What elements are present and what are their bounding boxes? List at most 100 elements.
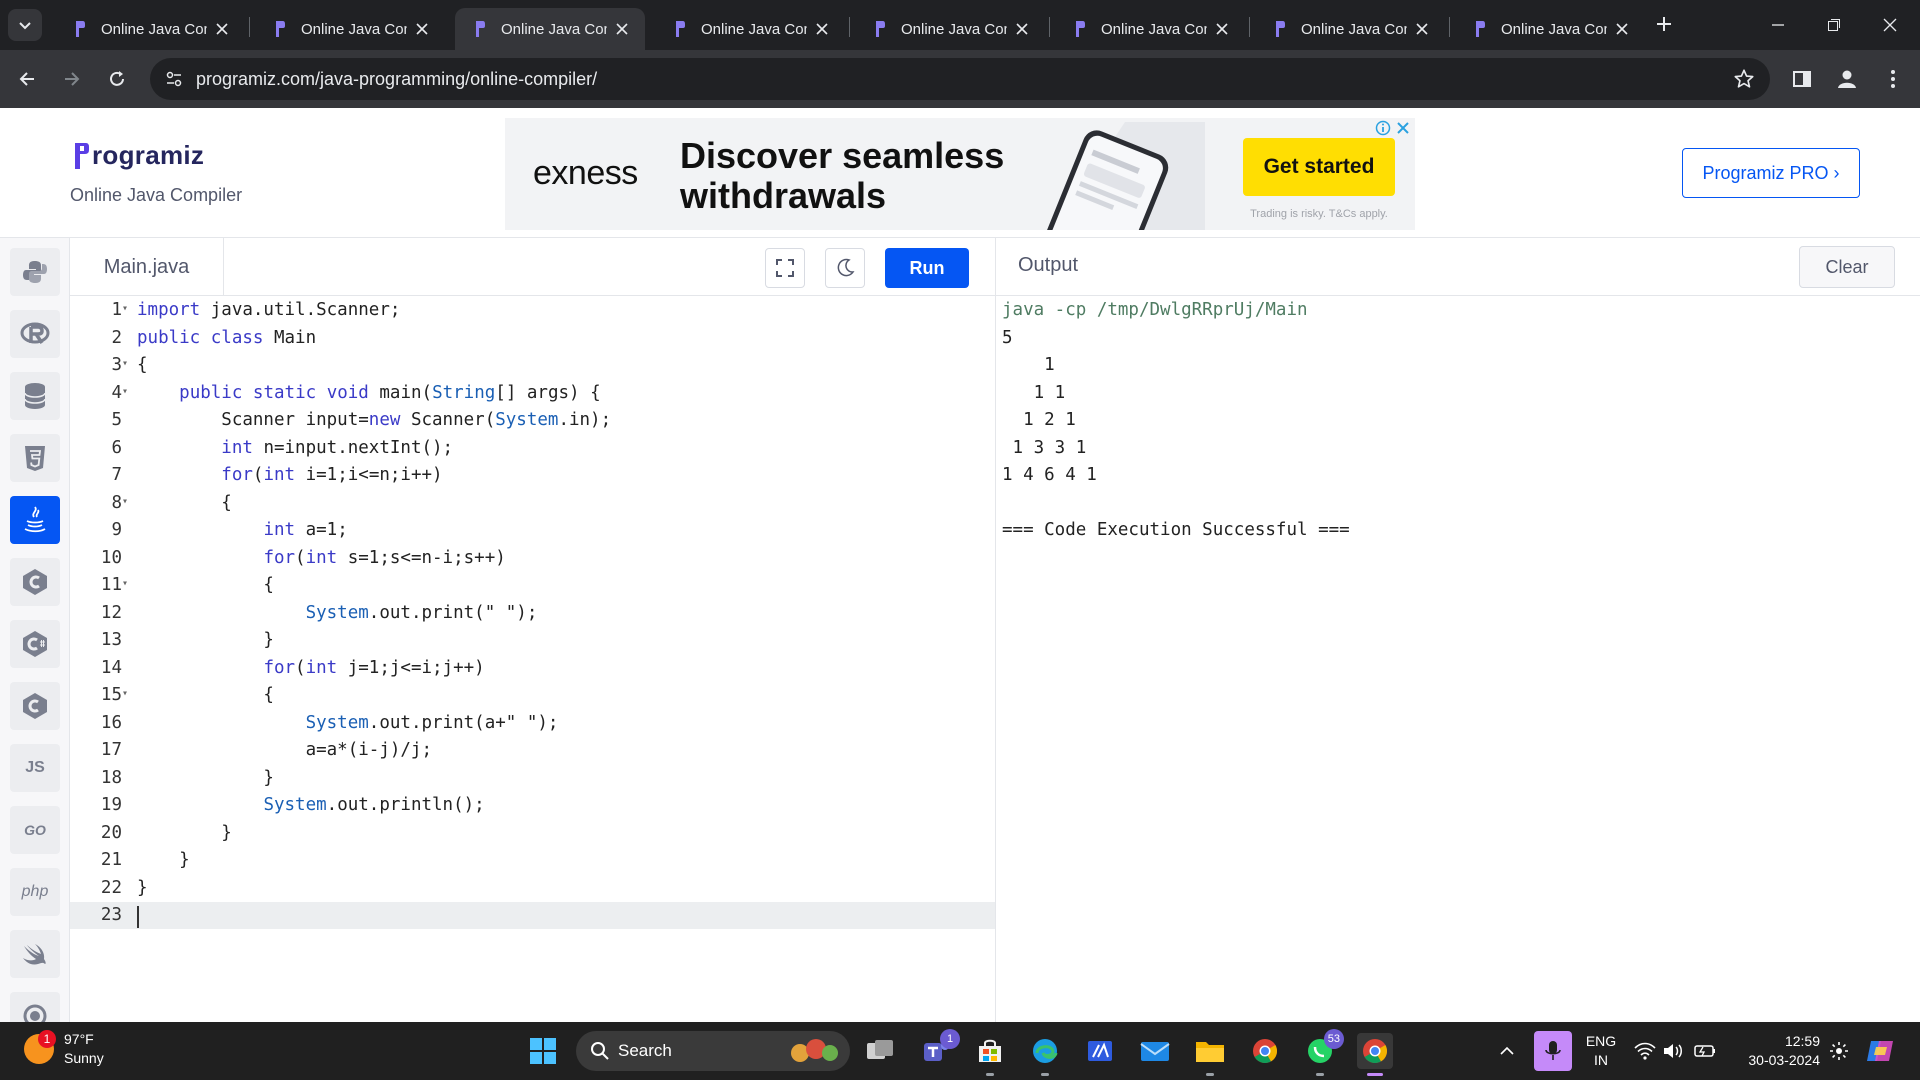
profile-button[interactable] [1830, 62, 1864, 96]
tab-close-icon[interactable] [213, 20, 231, 38]
vs-code-button[interactable] [1082, 1033, 1118, 1069]
clock[interactable]: 12:59 30-03-2024 [1730, 1032, 1820, 1070]
browser-menu-button[interactable] [1876, 62, 1910, 96]
taskbar-search[interactable]: Search [576, 1031, 850, 1071]
lang-php[interactable]: php [10, 868, 60, 916]
ad-brand: exness [533, 154, 638, 192]
code-area[interactable]: 1 ▾ import java.util.Scanner; 2 public class… [70, 296, 995, 1022]
battery-icon[interactable] [1692, 1033, 1718, 1069]
browser-tab[interactable]: Online Java Com [855, 8, 1045, 50]
chrome-active-button[interactable] [1357, 1033, 1393, 1076]
volume-icon[interactable] [1660, 1033, 1686, 1069]
line-number: 21 [100, 850, 122, 870]
fullscreen-button[interactable] [765, 248, 805, 288]
programiz-logo[interactable]: rogramiz [72, 140, 204, 171]
edge-button[interactable] [1027, 1033, 1063, 1076]
lang-rust[interactable] [10, 992, 60, 1022]
code-line: } [137, 767, 274, 788]
browser-tab[interactable]: Online Java Com [255, 8, 445, 50]
show-hidden-icons-button[interactable] [1494, 1033, 1520, 1069]
lang-r[interactable] [10, 310, 60, 358]
code-line: for(int i=1;i<=n;i++) [221, 465, 443, 485]
line-number: 16 [100, 712, 122, 733]
mail-button[interactable] [1137, 1033, 1173, 1069]
ad-close-icon[interactable] [1395, 120, 1411, 136]
start-button[interactable] [525, 1033, 561, 1069]
ad-get-started-button[interactable]: Get started [1243, 138, 1395, 196]
search-highlight-icon [791, 1039, 838, 1062]
fold-toggle-icon[interactable]: ▾ [122, 303, 134, 314]
fold-toggle-icon[interactable]: ▾ [122, 358, 134, 369]
code-line: public static void main(String[] args) { [179, 382, 601, 403]
fold-toggle-icon[interactable]: ▾ [122, 578, 134, 589]
minimize-button[interactable] [1750, 0, 1806, 50]
lang-cpp[interactable] [10, 682, 60, 730]
browser-tab[interactable]: Online Java Com [1055, 8, 1245, 50]
copilot-button[interactable] [1862, 1033, 1898, 1069]
input-language[interactable]: ENG IN [1580, 1032, 1622, 1070]
ad-info-icon[interactable] [1375, 120, 1391, 136]
clear-button[interactable]: Clear [1799, 246, 1895, 288]
browser-tab[interactable]: Online Java Com [455, 8, 645, 50]
address-bar[interactable]: programiz.com/java-programming/online-co… [150, 58, 1770, 100]
run-button[interactable]: Run [885, 248, 969, 288]
tab-close-icon[interactable] [1613, 20, 1631, 38]
lang-html[interactable] [10, 434, 60, 482]
tab-title: Online Java Com [701, 20, 807, 38]
weather-widget[interactable]: 1 97°F Sunny [24, 1030, 104, 1068]
tab-close-icon[interactable] [1013, 20, 1031, 38]
file-explorer-button[interactable] [1192, 1033, 1228, 1076]
close-window-button[interactable] [1862, 0, 1918, 50]
whatsapp-button[interactable]: 53 [1302, 1029, 1344, 1076]
restore-button[interactable] [1806, 0, 1862, 50]
tab-close-icon[interactable] [613, 20, 631, 38]
line-number: 11 [100, 575, 122, 595]
lang-c[interactable] [10, 558, 60, 606]
code-line: int a=1; [263, 520, 348, 540]
output-command: java -cp /tmp/DwlgRRprUj/Main [1002, 300, 1308, 320]
lang-swift[interactable] [10, 930, 60, 978]
fold-toggle-icon[interactable]: ▾ [122, 496, 134, 507]
microsoft-store-button[interactable] [972, 1033, 1008, 1076]
programiz-pro-button[interactable]: Programiz PRO › [1682, 148, 1860, 198]
browser-tab[interactable]: Online Java Com [655, 8, 845, 50]
lang-sql[interactable] [10, 372, 60, 420]
lang-java[interactable] [10, 496, 60, 544]
tab-close-icon[interactable] [1213, 20, 1231, 38]
chrome-button[interactable] [1247, 1033, 1283, 1069]
reload-button[interactable] [100, 62, 134, 96]
back-button[interactable] [10, 62, 44, 96]
tab-close-icon[interactable] [1413, 20, 1431, 38]
tab-separator [849, 17, 850, 37]
tab-search-button[interactable] [8, 9, 42, 41]
tab-close-icon[interactable] [813, 20, 831, 38]
url-text[interactable]: programiz.com/java-programming/online-co… [196, 69, 597, 90]
browser-tab[interactable]: Online Java Com [1455, 8, 1645, 50]
tab-title: Online Java Com [1101, 20, 1207, 38]
html5-icon [25, 446, 45, 471]
teams-button[interactable]: 1 [918, 1029, 960, 1069]
ad-banner[interactable]: exness Discover seamless withdrawals Get… [505, 118, 1415, 230]
forward-button[interactable] [55, 62, 89, 96]
lang-csharp[interactable] [10, 620, 60, 668]
fold-toggle-icon[interactable]: ▾ [122, 688, 134, 699]
lang-python[interactable] [10, 248, 60, 296]
lang-go[interactable]: GO [10, 806, 60, 854]
lang-javascript[interactable]: JS [10, 744, 60, 792]
go-icon: GO [24, 822, 46, 838]
browser-tab[interactable]: Online Java Com [1255, 8, 1445, 50]
task-view-button[interactable] [862, 1033, 898, 1069]
fold-toggle-icon[interactable]: ▾ [122, 386, 134, 397]
tab-close-icon[interactable] [413, 20, 431, 38]
side-panel-button[interactable] [1785, 62, 1819, 96]
file-tab-main-java[interactable]: Main.java [70, 238, 224, 296]
wifi-icon[interactable] [1632, 1033, 1658, 1069]
line-number: 2 [111, 327, 122, 348]
notification-icon[interactable] [1826, 1033, 1852, 1069]
site-info-icon[interactable] [160, 65, 188, 93]
theme-toggle-button[interactable] [825, 248, 865, 288]
browser-tab[interactable]: Online Java Com [55, 8, 245, 50]
new-tab-button[interactable] [1650, 10, 1678, 38]
bookmark-star-icon[interactable] [1732, 67, 1756, 91]
microphone-button[interactable] [1534, 1031, 1572, 1071]
